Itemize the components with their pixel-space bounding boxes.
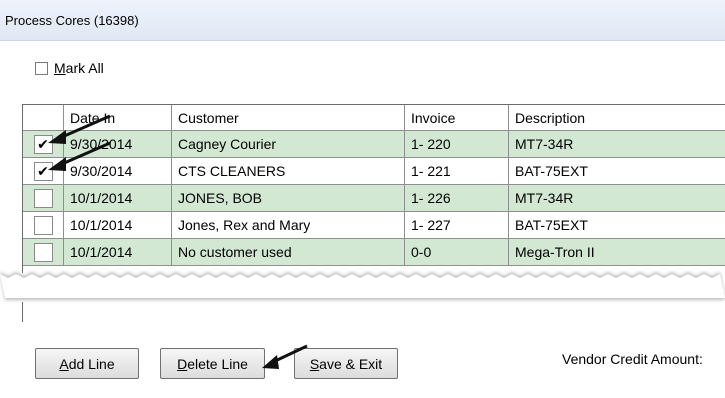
invoice-cell: 1- 221 <box>405 158 509 184</box>
date-in-cell: 9/30/2014 <box>64 158 172 184</box>
row-checkbox[interactable]: ✔ <box>33 134 53 154</box>
customer-cell: Jones, Rex and Mary <box>172 212 405 238</box>
invoice-cell: 1- 220 <box>405 131 509 157</box>
customer-cell: Cagney Courier <box>172 131 405 157</box>
mark-all-label: Mark All <box>54 60 104 76</box>
customer-cell: JONES, BOB <box>172 185 405 211</box>
description-cell: MT7-34R <box>515 190 574 206</box>
description-cell: BAT-75EXT <box>515 163 588 179</box>
table-row[interactable]: ✔ 9/30/2014 Cagney Courier 1- 220 MT7-34… <box>23 131 725 158</box>
torn-edge-divider <box>0 272 725 300</box>
row-checkbox[interactable] <box>33 215 53 235</box>
row-check-cell <box>23 212 64 238</box>
window-title: Process Cores (16398) <box>5 13 139 28</box>
invoice-cell: 1- 226 <box>405 185 509 211</box>
date-in-cell: 10/1/2014 <box>64 212 172 238</box>
header-description[interactable]: Description <box>509 105 725 130</box>
add-line-label: Add Line <box>59 355 115 372</box>
header-invoice[interactable]: Invoice <box>405 105 509 130</box>
row-checkbox[interactable]: ✔ <box>33 161 53 181</box>
row-checkbox[interactable] <box>33 242 53 262</box>
invoice-cell: 1- 227 <box>405 212 509 238</box>
row-check-cell: ✔ <box>23 158 64 184</box>
delete-line-label: Delete Line <box>177 355 248 372</box>
save-exit-label: Save & Exit <box>309 355 383 372</box>
process-cores-window: Process Cores (16398) Mark All Date In C… <box>0 0 725 398</box>
mark-all-checkbox[interactable]: Mark All <box>35 60 104 76</box>
vendor-credit-amount-label: Vendor Credit Amount: <box>562 351 703 367</box>
description-cell: MT7-34R <box>515 136 574 152</box>
grid-border <box>22 302 23 322</box>
grid-header-row: Date In Customer Invoice Description <box>23 105 725 131</box>
table-row[interactable]: 10/1/2014 Jones, Rex and Mary 1- 227 BAT… <box>23 212 725 239</box>
table-row[interactable]: 10/1/2014 JONES, BOB 1- 226 MT7-34R <box>23 185 725 212</box>
description-cell: BAT-75EXT <box>515 217 588 233</box>
customer-cell: CTS CLEANERS <box>172 158 405 184</box>
save-exit-button[interactable]: Save & Exit <box>294 348 398 379</box>
row-check-cell: ✔ <box>23 131 64 157</box>
table-row[interactable]: ✔ 9/30/2014 CTS CLEANERS 1- 221 BAT-75EX… <box>23 158 725 185</box>
header-check-column <box>23 105 64 130</box>
date-in-cell: 9/30/2014 <box>64 131 172 157</box>
row-checkbox[interactable] <box>33 188 53 208</box>
header-customer[interactable]: Customer <box>172 105 405 130</box>
header-date-in[interactable]: Date In <box>64 105 172 130</box>
title-bar: Process Cores (16398) <box>0 0 725 41</box>
cores-grid: Date In Customer Invoice Description ✔ 9… <box>22 104 725 266</box>
row-check-cell <box>23 185 64 211</box>
mark-all-box[interactable] <box>35 61 48 75</box>
add-line-button[interactable]: Add Line <box>35 348 139 379</box>
date-in-cell: 10/1/2014 <box>64 185 172 211</box>
delete-line-button[interactable]: Delete Line <box>160 348 265 379</box>
